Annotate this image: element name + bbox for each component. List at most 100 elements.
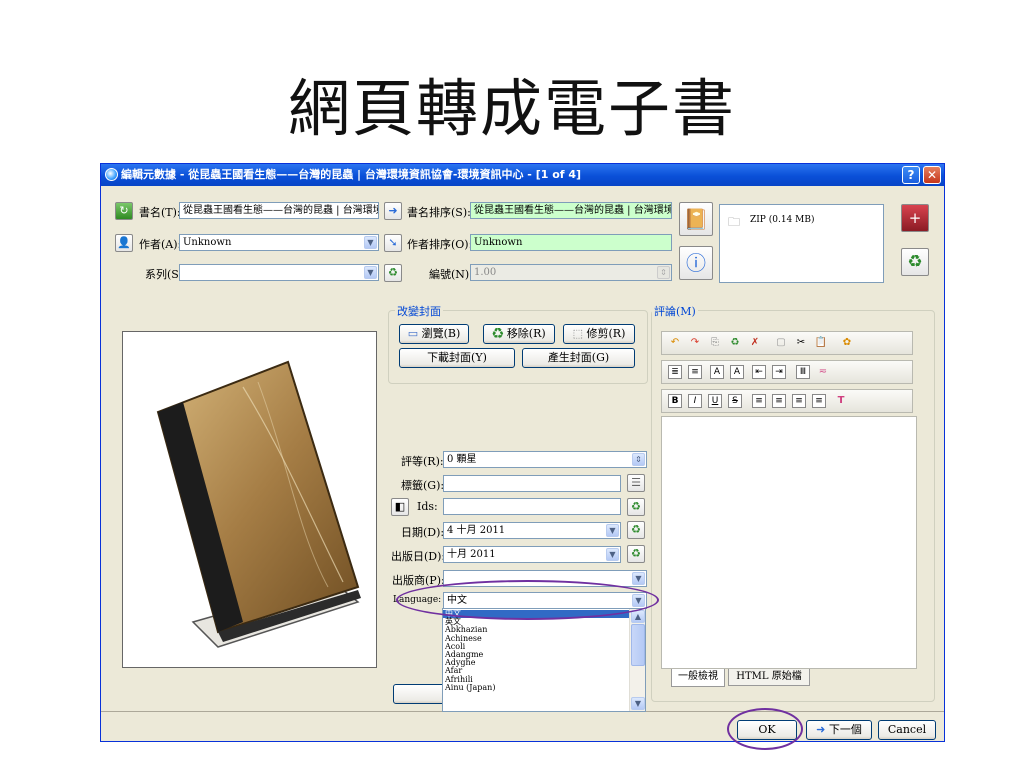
chevron-down-icon[interactable]: ▼ bbox=[632, 572, 645, 585]
comments-toolbar-1: ↶ ↷ ⎘ ♻ ✗ ▢ ✂ 📋 ✿ bbox=[661, 331, 913, 355]
scroll-down-icon[interactable]: ▼ bbox=[631, 697, 645, 710]
author-sort-arrow-icon[interactable]: ➘ bbox=[384, 234, 402, 252]
insert-line-icon[interactable]: Ⅲ bbox=[796, 365, 810, 379]
download-cover-button[interactable]: 下載封面(Y) bbox=[399, 348, 515, 368]
strikethrough-icon[interactable]: S bbox=[728, 394, 742, 408]
justify-icon[interactable]: ≡ bbox=[812, 394, 826, 408]
color-icon[interactable]: ✿ bbox=[840, 336, 854, 350]
title-input[interactable]: 從昆蟲王國看生態——台灣的昆蟲 | 台灣環境 bbox=[179, 202, 379, 219]
help-button[interactable]: ? bbox=[902, 166, 920, 184]
pubdate-select[interactable]: 十月 2011 ▼ bbox=[443, 546, 621, 563]
language-option[interactable]: 中文 bbox=[443, 609, 629, 619]
text-color-icon[interactable]: T bbox=[834, 394, 848, 408]
superscript-icon[interactable]: A bbox=[710, 365, 724, 379]
hidden-button[interactable] bbox=[393, 684, 449, 704]
formats-list[interactable]: 🗀 ZIP (0.14 MB) bbox=[719, 204, 884, 283]
comments-tabs: 一般檢視 HTML 原始檔 bbox=[671, 669, 821, 687]
recycle-icon: ♻ bbox=[492, 327, 504, 340]
ids-edit-icon[interactable]: ◧ bbox=[391, 498, 409, 516]
scroll-thumb[interactable] bbox=[631, 624, 645, 666]
reset-pubdate-recycle-icon[interactable]: ♻ bbox=[627, 545, 645, 563]
author-sort-input[interactable]: Unknown bbox=[470, 234, 672, 251]
chevron-down-icon[interactable]: ▼ bbox=[364, 266, 377, 279]
language-option[interactable]: Ainu (Japan) bbox=[443, 683, 629, 692]
undo-icon[interactable]: ↶ bbox=[668, 336, 682, 350]
cancel-button[interactable]: Cancel bbox=[878, 720, 936, 740]
format-icon[interactable]: ≂ bbox=[816, 365, 830, 379]
underline-icon[interactable]: U bbox=[708, 394, 722, 408]
date-select[interactable]: 4 十月 2011 ▼ bbox=[443, 522, 621, 539]
generate-cover-button[interactable]: 產生封面(G) bbox=[522, 348, 635, 368]
bullet-list-icon[interactable]: ≣ bbox=[668, 365, 682, 379]
slide-title: 網頁轉成電子書 bbox=[287, 72, 736, 145]
number-label: 編號(N): bbox=[429, 268, 473, 281]
close-button[interactable]: ✕ bbox=[923, 166, 941, 184]
author-value: Unknown bbox=[183, 237, 232, 248]
chevron-down-icon[interactable]: ▼ bbox=[606, 524, 619, 537]
recycle-format-icon[interactable]: ♻ bbox=[901, 248, 929, 276]
comments-editor[interactable] bbox=[661, 416, 917, 669]
ids-input[interactable] bbox=[443, 498, 621, 515]
spin-arrows-icon[interactable]: ⇕ bbox=[632, 453, 645, 466]
author-person-icon[interactable]: 👤 bbox=[115, 234, 133, 252]
italic-icon[interactable]: I bbox=[688, 394, 702, 408]
page-icon[interactable]: ▢ bbox=[774, 336, 788, 350]
clear-ids-recycle-icon[interactable]: ♻ bbox=[627, 498, 645, 516]
title-case-icon[interactable]: ↻ bbox=[115, 202, 133, 220]
language-option[interactable]: Adyghe bbox=[443, 658, 629, 667]
language-scrollbar[interactable]: ▲ ▼ bbox=[629, 609, 645, 711]
dialog-title: 編輯元數據 - 從昆蟲王國看生態——台灣的昆蟲 | 台灣環境資訊協會-環境資訊中… bbox=[121, 168, 582, 181]
tab-html-source[interactable]: HTML 原始檔 bbox=[728, 669, 810, 686]
tag-editor-icon[interactable]: ☰ bbox=[627, 474, 645, 492]
comments-group-title: 評論(M) bbox=[652, 303, 698, 319]
ok-button[interactable]: OK bbox=[737, 720, 797, 740]
language-select[interactable]: 中文 ▼ bbox=[443, 592, 647, 609]
chevron-down-icon[interactable]: ▼ bbox=[364, 236, 377, 249]
author-select[interactable]: Unknown ▼ bbox=[179, 234, 379, 251]
comments-toolbar-2: ≣ ≡ A A ⇤ ⇥ Ⅲ ≂ bbox=[661, 360, 913, 384]
zip-format-item[interactable]: ZIP (0.14 MB) bbox=[750, 215, 814, 225]
remove-cover-button[interactable]: ♻ 移除(R) bbox=[483, 324, 555, 344]
language-dropdown-list[interactable]: 中文 英文 Abkhazian Achinese Acoli Adangme Adyghe A… bbox=[442, 608, 646, 712]
publisher-select[interactable]: ▼ bbox=[443, 570, 647, 587]
reset-date-recycle-icon[interactable]: ♻ bbox=[627, 521, 645, 539]
cut-icon[interactable]: ✂ bbox=[794, 336, 808, 350]
scroll-up-icon[interactable]: ▲ bbox=[631, 610, 645, 623]
series-select[interactable]: ▼ bbox=[179, 264, 379, 281]
recycle-icon[interactable]: ♻ bbox=[728, 336, 742, 350]
redo-icon[interactable]: ↷ bbox=[688, 336, 702, 350]
cover-group-title: 改變封面 bbox=[395, 303, 443, 319]
chevron-down-icon[interactable]: ▼ bbox=[606, 548, 619, 561]
trim-cover-button[interactable]: ⬚ 修剪(R) bbox=[563, 324, 635, 344]
paste-icon[interactable]: 📋 bbox=[814, 336, 828, 350]
align-left-icon[interactable]: ≡ bbox=[752, 394, 766, 408]
title-sort-input[interactable]: 從昆蟲王國看生態——台灣的昆蟲 | 台灣環境 bbox=[470, 202, 672, 219]
align-right-icon[interactable]: ≡ bbox=[792, 394, 806, 408]
ids-label: Ids: bbox=[417, 500, 438, 513]
bold-icon[interactable]: B bbox=[668, 394, 682, 408]
align-center-icon[interactable]: ≡ bbox=[772, 394, 786, 408]
outdent-icon[interactable]: ⇤ bbox=[752, 365, 766, 379]
info-icon[interactable]: ⓘ bbox=[679, 246, 713, 280]
series-number-input[interactable]: 1.00 ⇕ bbox=[470, 264, 672, 281]
copy-icon[interactable]: ⎘ bbox=[708, 336, 722, 350]
add-format-icon[interactable]: + bbox=[901, 204, 929, 232]
rating-spinner[interactable]: 0 顆星 ⇕ bbox=[443, 451, 647, 468]
next-button[interactable]: ➜ 下一個 bbox=[806, 720, 872, 740]
dialog-titlebar[interactable]: 編輯元數據 - 從昆蟲王國看生態——台灣的昆蟲 | 台灣環境資訊協會-環境資訊中… bbox=[101, 164, 944, 186]
numbered-list-icon[interactable]: ≡ bbox=[688, 365, 702, 379]
app-icon bbox=[105, 168, 118, 181]
spin-arrows-icon[interactable]: ⇕ bbox=[657, 266, 670, 279]
remove-series-recycle-icon[interactable]: ♻ bbox=[384, 264, 402, 282]
indent-icon[interactable]: ⇥ bbox=[772, 365, 786, 379]
browse-cover-button[interactable]: ▭ 瀏覽(B) bbox=[399, 324, 469, 344]
book-cover-icon bbox=[156, 360, 361, 648]
language-option[interactable]: Achinese bbox=[443, 634, 629, 643]
tab-normal-view[interactable]: 一般檢視 bbox=[671, 669, 725, 687]
clear-icon[interactable]: ✗ bbox=[748, 336, 762, 350]
subscript-icon[interactable]: A bbox=[730, 365, 744, 379]
copy-to-sort-arrow-icon[interactable]: ➜ bbox=[384, 202, 402, 220]
tags-input[interactable] bbox=[443, 475, 621, 492]
chevron-down-icon[interactable]: ▼ bbox=[632, 594, 645, 607]
book-format-icon[interactable]: 📔 bbox=[679, 202, 713, 236]
